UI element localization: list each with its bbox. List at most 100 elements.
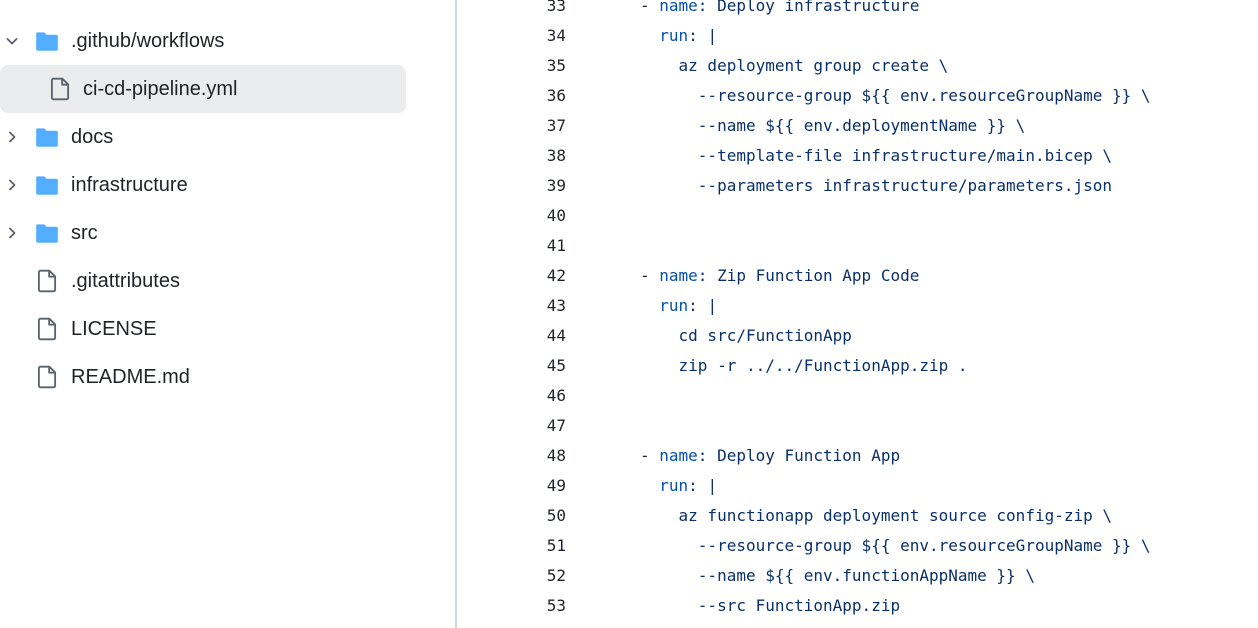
tree-item-label: infrastructure [71, 174, 188, 196]
tree-file-item[interactable]: LICENSE [0, 305, 455, 353]
line-number[interactable]: 39 [482, 171, 566, 201]
line-number[interactable]: 37 [482, 111, 566, 141]
pane-splitter[interactable] [455, 0, 457, 628]
tree-file-item[interactable]: ci-cd-pipeline.yml [0, 65, 455, 113]
yaml-key-name: name [659, 266, 698, 285]
code-text: run: | [640, 291, 717, 321]
line-number[interactable]: 47 [482, 411, 566, 441]
tree-item-label: docs [71, 126, 114, 148]
code-text: az functionapp deployment source config-… [640, 501, 1112, 531]
code-text: --name ${{ env.functionAppName }} \ [640, 561, 1035, 591]
tree-item-label: .github/workflows [71, 30, 225, 52]
code-value: : Deploy infrastructure [697, 0, 920, 15]
yaml-key: run [659, 476, 689, 495]
yaml-list-dash: - [640, 266, 660, 285]
line-number[interactable]: 49 [482, 471, 566, 501]
code-value: az functionapp deployment source config-… [678, 506, 1113, 525]
code-text: az deployment group create \ [640, 51, 949, 81]
yaml-list-dash: - [640, 0, 660, 15]
line-number[interactable]: 53 [482, 591, 566, 621]
chevron-right-icon[interactable] [2, 175, 22, 195]
code-value: --resource-group ${{ env.resourceGroupNa… [697, 86, 1151, 105]
line-number[interactable]: 44 [482, 321, 566, 351]
line-number[interactable]: 46 [482, 381, 566, 411]
line-number[interactable]: 45 [482, 351, 566, 381]
code-text: --parameters infrastructure/parameters.j… [640, 171, 1112, 201]
yaml-key: - name [640, 446, 698, 465]
line-number[interactable]: 34 [482, 21, 566, 51]
line-number[interactable]: 41 [482, 231, 566, 261]
code-text: - name: Deploy infrastructure [640, 0, 919, 21]
tree-folder-item[interactable]: src [0, 209, 455, 257]
code-value: --name ${{ env.functionAppName }} \ [697, 566, 1035, 585]
folder-icon [33, 123, 61, 151]
line-number[interactable]: 50 [482, 501, 566, 531]
yaml-key-name: name [659, 446, 698, 465]
code-value: --name ${{ env.deploymentName }} \ [697, 116, 1026, 135]
code-text: --name ${{ env.deploymentName }} \ [640, 111, 1026, 141]
tree-folder-item[interactable]: .github/workflows [0, 17, 455, 65]
yaml-key: - name [640, 0, 698, 15]
tree-item-label: .gitattributes [71, 270, 180, 292]
yaml-list-dash: - [640, 446, 660, 465]
code-text: --resource-group ${{ env.resourceGroupNa… [640, 81, 1151, 111]
tree-file-item[interactable]: .gitattributes [0, 257, 455, 305]
file-icon [33, 267, 61, 295]
yaml-key: run [659, 26, 689, 45]
yaml-key: - name [640, 266, 698, 285]
code-value: : | [688, 26, 718, 45]
line-number[interactable]: 36 [482, 81, 566, 111]
chevron-down-icon[interactable] [2, 31, 22, 51]
tree-item-label: LICENSE [71, 318, 157, 340]
tree-item-label: ci-cd-pipeline.yml [83, 78, 238, 100]
line-number[interactable]: 52 [482, 561, 566, 591]
code-text: --template-file infrastructure/main.bice… [640, 141, 1112, 171]
line-number[interactable]: 35 [482, 51, 566, 81]
code-text: --resource-group ${{ env.resourceGroupNa… [640, 531, 1151, 561]
line-number[interactable]: 48 [482, 441, 566, 471]
code-text: - name: Deploy Function App [640, 441, 900, 471]
code-value: : Zip Function App Code [697, 266, 920, 285]
code-value: az deployment group create \ [678, 56, 949, 75]
code-value: --parameters infrastructure/parameters.j… [697, 176, 1113, 195]
line-number[interactable]: 40 [482, 201, 566, 231]
folder-icon [33, 27, 61, 55]
file-tree: .github/workflows ci-cd-pipeline.yml docs i… [0, 17, 455, 401]
line-number[interactable]: 42 [482, 261, 566, 291]
code-text: run: | [640, 21, 717, 51]
tree-folder-item[interactable]: docs [0, 113, 455, 161]
code-value: : Deploy Function App [697, 446, 901, 465]
yaml-key: run [659, 296, 689, 315]
code-value: --template-file infrastructure/main.bice… [697, 146, 1113, 165]
code-value: : | [688, 296, 718, 315]
line-number[interactable]: 51 [482, 531, 566, 561]
code-view: 33- name: Deploy infrastructure 34 run: |… [482, 0, 1258, 628]
code-text: - name: Zip Function App Code [640, 261, 919, 291]
line-number[interactable]: 38 [482, 141, 566, 171]
tree-file-item[interactable]: README.md [0, 353, 455, 401]
code-text: run: | [640, 471, 717, 501]
file-tree-sidebar: .github/workflows ci-cd-pipeline.yml docs i… [0, 0, 455, 628]
line-number[interactable]: 33 [482, 0, 566, 21]
tree-folder-item[interactable]: infrastructure [0, 161, 455, 209]
line-number[interactable]: 43 [482, 291, 566, 321]
code-value: --resource-group ${{ env.resourceGroupNa… [697, 536, 1151, 555]
chevron-right-icon[interactable] [2, 223, 22, 243]
chevron-right-icon[interactable] [2, 127, 22, 147]
folder-icon [33, 219, 61, 247]
code-value: cd src/FunctionApp [678, 326, 852, 345]
tree-item-label: src [71, 222, 98, 244]
code-value: : | [688, 476, 718, 495]
code-text: zip -r ../../FunctionApp.zip . [640, 351, 968, 381]
folder-icon [33, 171, 61, 199]
code-text: --src FunctionApp.zip [640, 591, 900, 621]
